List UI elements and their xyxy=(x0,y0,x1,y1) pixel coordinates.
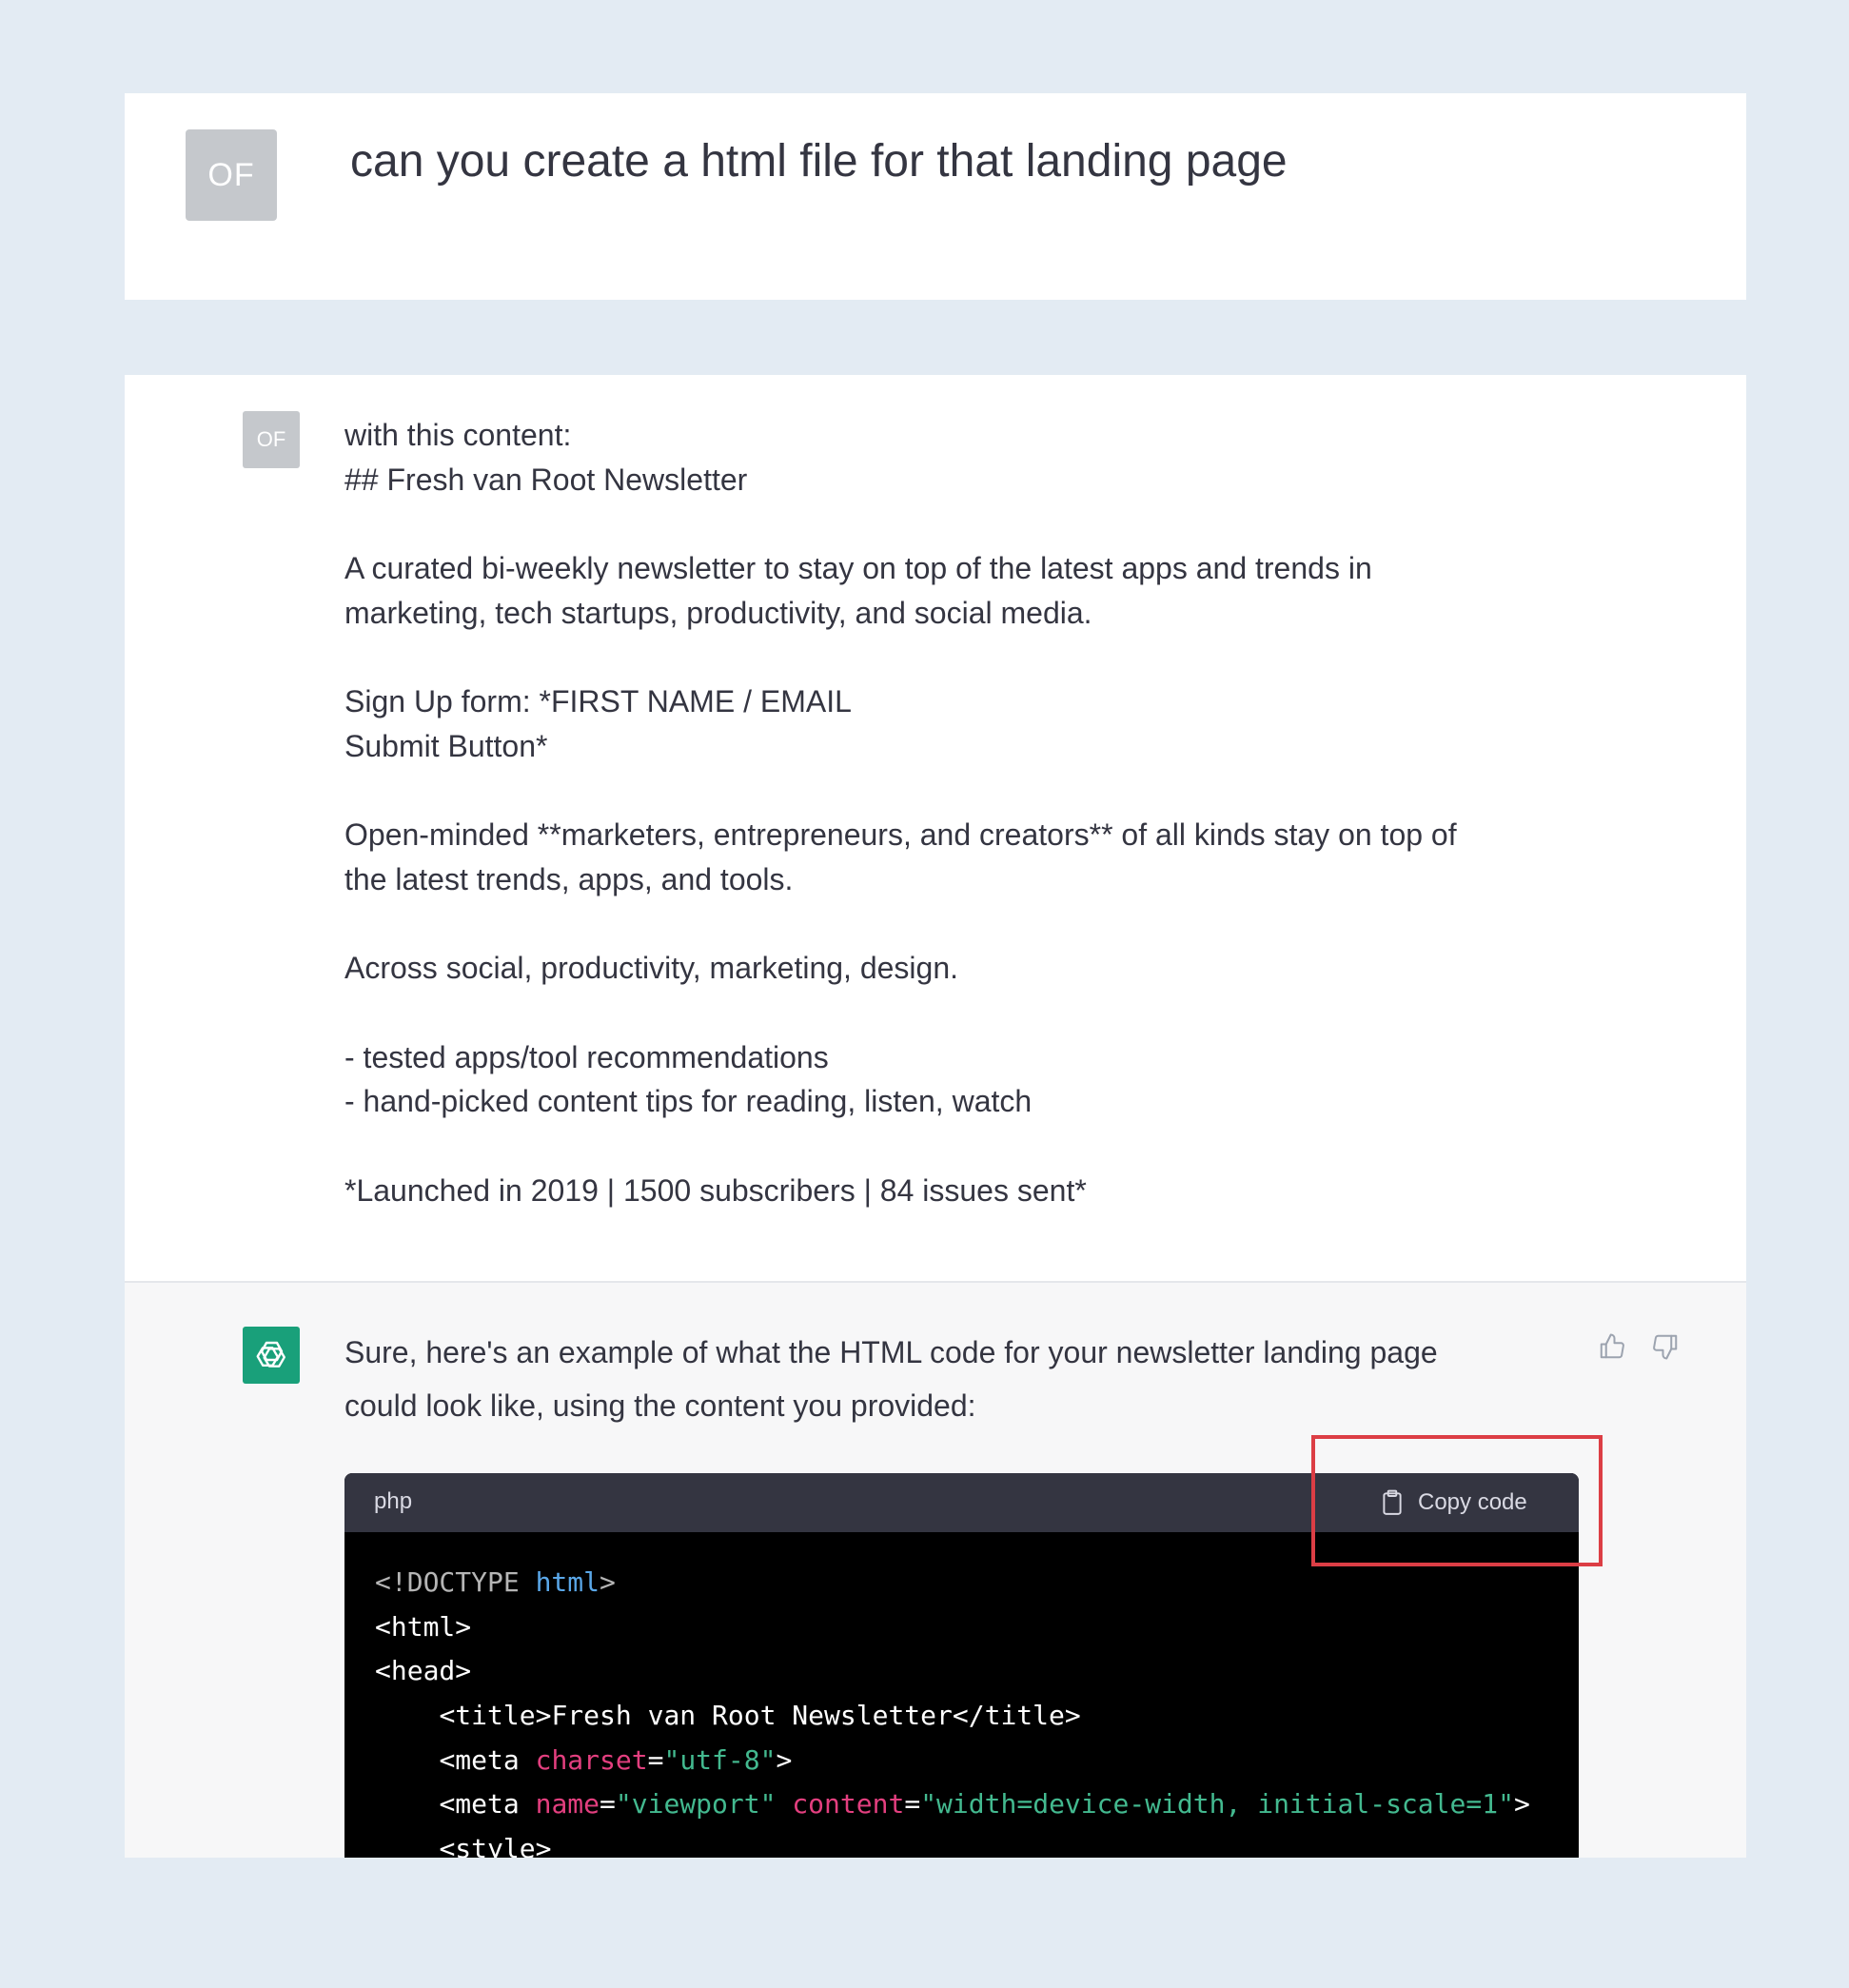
code-token: "viewport" xyxy=(615,1788,777,1821)
code-line: <style> xyxy=(375,1827,1530,1858)
assistant-intro-line: Sure, here's an example of what the HTML… xyxy=(344,1335,1438,1369)
clipboard-icon xyxy=(1380,1489,1405,1516)
copy-code-label: Copy code xyxy=(1418,1489,1527,1515)
code-content: <!DOCTYPE html> <html> <head> <title>Fresh… xyxy=(375,1561,1530,1858)
code-token: <meta xyxy=(439,1788,536,1821)
thumbs-up-icon[interactable] xyxy=(1594,1329,1630,1365)
code-token: charset xyxy=(535,1743,648,1776)
code-token: = xyxy=(647,1743,664,1776)
code-token: <!DOCTYPE xyxy=(375,1566,536,1598)
code-line: <head> xyxy=(375,1649,1530,1694)
code-language-label: php xyxy=(374,1488,413,1514)
message-line: Submit Button* xyxy=(344,728,548,763)
code-token: = xyxy=(904,1788,921,1821)
message-line: A curated bi-weekly newsletter to stay o… xyxy=(344,551,1372,586)
code-token: = xyxy=(600,1788,616,1821)
code-token: <meta xyxy=(439,1743,536,1776)
code-token: <style> xyxy=(439,1833,552,1858)
message-line xyxy=(344,635,1601,679)
code-line: <meta name="viewport" content="width=dev… xyxy=(375,1782,1530,1827)
message-line: ## Fresh van Root Newsletter xyxy=(344,462,748,497)
assistant-intro-text: Sure, here's an example of what the HTML… xyxy=(344,1326,1544,1432)
code-token: > xyxy=(600,1566,616,1598)
message-line xyxy=(344,902,1601,947)
message-line: Open-minded **marketers, entrepreneurs, … xyxy=(344,817,1457,853)
assistant-intro-line: could look like, using the content you p… xyxy=(344,1388,976,1423)
message-line: - tested apps/tool recommendations xyxy=(344,1039,829,1074)
question-text: can you create a html file for that land… xyxy=(350,136,1288,187)
code-token: <html> xyxy=(375,1610,472,1643)
message-line: - hand-picked content tips for reading, … xyxy=(344,1084,1033,1119)
code-block-header: php Copy code xyxy=(344,1473,1579,1532)
user-avatar: OF xyxy=(243,411,300,468)
assistant-message: Sure, here's an example of what the HTML… xyxy=(125,1283,1746,1858)
code-token: "utf-8" xyxy=(663,1743,777,1776)
code-token: > xyxy=(1513,1788,1530,1821)
user-avatar: OF xyxy=(186,129,277,221)
conversation-panel: OF with this content: ## Fresh van Root N… xyxy=(125,375,1746,1858)
thumbs-down-icon[interactable] xyxy=(1647,1329,1683,1365)
message-line: the latest trends, apps, and tools. xyxy=(344,861,794,896)
code-token: <title>Fresh van Root Newsletter</title> xyxy=(439,1700,1081,1732)
message-line xyxy=(344,502,1601,546)
user-message-text: with this content: ## Fresh van Root News… xyxy=(344,413,1601,1212)
code-token: name xyxy=(535,1788,600,1821)
message-line: marketing, tech startups, productivity, … xyxy=(344,595,1092,630)
message-line xyxy=(344,769,1601,814)
message-line xyxy=(344,991,1601,1035)
code-token: html xyxy=(535,1566,600,1598)
message-line: with this content: xyxy=(344,418,572,452)
code-token: > xyxy=(776,1743,793,1776)
message-line: *Launched in 2019 | 1500 subscribers | 8… xyxy=(344,1172,1087,1208)
message-line: Across social, productivity, marketing, … xyxy=(344,951,958,986)
code-token: <head> xyxy=(375,1655,472,1687)
user-message: OF with this content: ## Fresh van Root N… xyxy=(125,375,1746,1281)
copy-code-button[interactable]: Copy code xyxy=(1380,1485,1527,1521)
code-line: <title>Fresh van Root Newsletter</title> xyxy=(375,1694,1530,1739)
code-line: <!DOCTYPE html> xyxy=(375,1561,1530,1605)
message-line xyxy=(344,1124,1601,1169)
code-line: <meta charset="utf-8"> xyxy=(375,1739,1530,1783)
code-token: content xyxy=(792,1788,905,1821)
openai-logo-icon xyxy=(243,1327,300,1384)
code-token: "width=device-width, initial-scale=1" xyxy=(920,1788,1514,1821)
top-question-card: OF can you create a html file for that l… xyxy=(125,93,1746,300)
message-line: Sign Up form: *FIRST NAME / EMAIL xyxy=(344,684,852,719)
code-line: <html> xyxy=(375,1605,1530,1650)
code-block: php Copy code <!DOCTYPE html> <html> <head… xyxy=(344,1473,1579,1858)
